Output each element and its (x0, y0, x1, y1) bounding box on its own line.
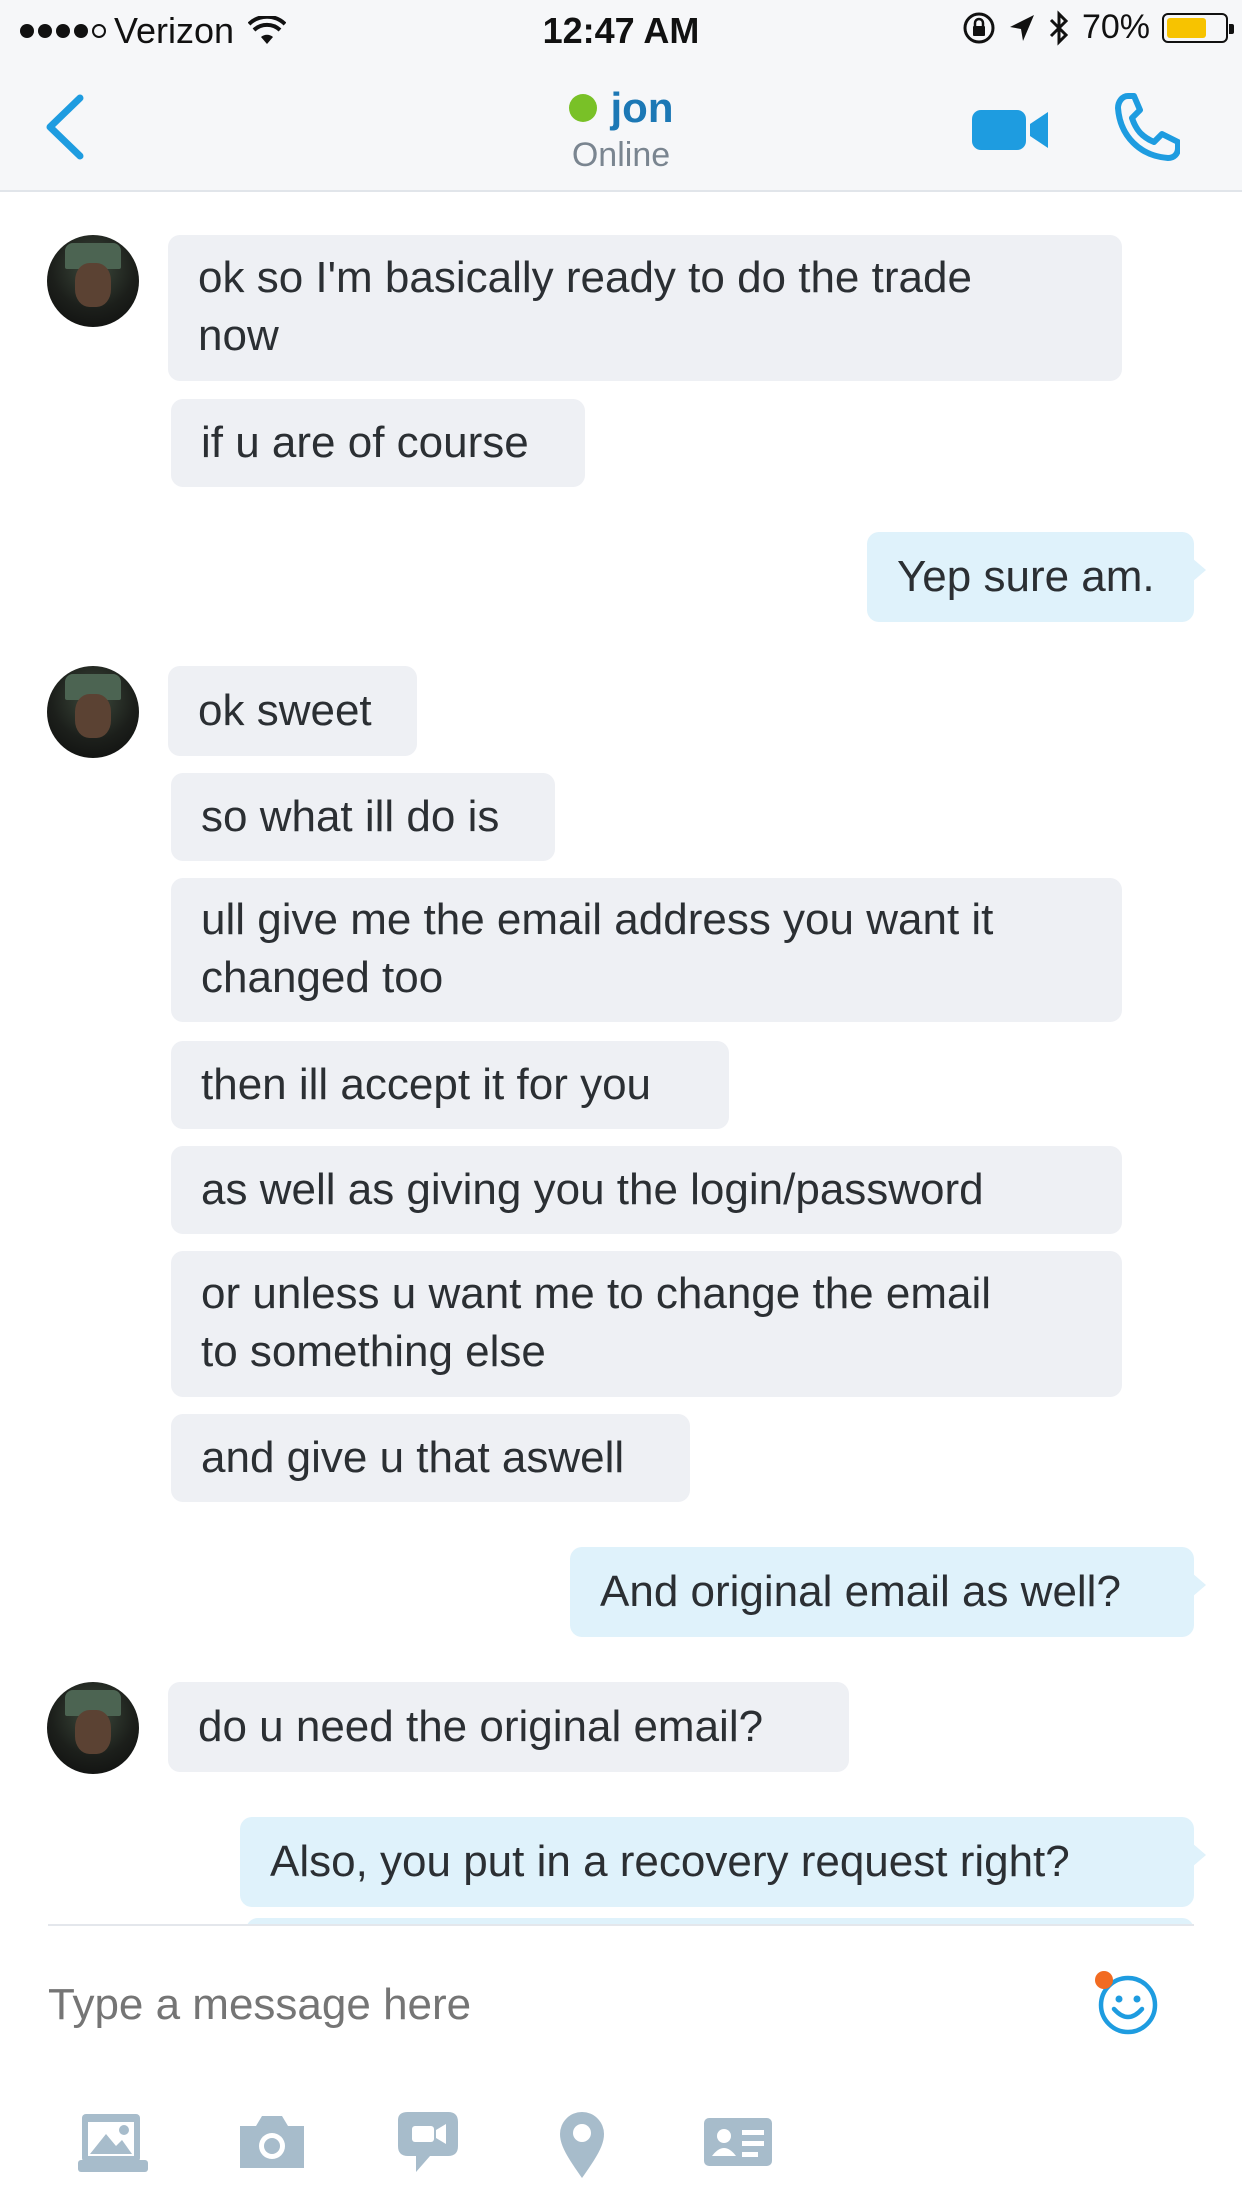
video-message-icon (398, 2112, 458, 2172)
contact-avatar[interactable] (47, 235, 139, 327)
message-text-line: if u are of course (201, 418, 529, 467)
message-text-line: as well as giving you the login/password (201, 1165, 984, 1214)
message-text-line: do u need the original email? (198, 1702, 764, 1751)
message-text-line: then ill accept it for you (201, 1060, 652, 1109)
message-bubble-outgoing[interactable]: Also, you put in a recovery request righ… (240, 1817, 1206, 1907)
message-text-line: ok sweet (198, 686, 372, 735)
message-text-line: to something else (201, 1327, 546, 1376)
message-text-line: changed too (201, 953, 444, 1002)
gallery-button[interactable] (72, 2100, 156, 2184)
message-input[interactable] (48, 1965, 1048, 2045)
video-call-button[interactable] (970, 104, 1050, 156)
message-bubble-incoming[interactable]: then ill accept it for you (171, 1041, 729, 1129)
message-text-line: And original email as well? (600, 1567, 1121, 1616)
message-text-line: now (198, 311, 279, 360)
video-camera-icon (972, 110, 1048, 150)
message-bubble-incoming[interactable]: ok so I'm basically ready to do the trad… (168, 235, 1122, 381)
message-list[interactable]: ok so I'm basically ready to do the trad… (0, 194, 1242, 1924)
video-message-button[interactable] (386, 2100, 470, 2184)
conversation-header: jon Online (0, 62, 1242, 192)
message-bubble-outgoing[interactable]: Yep sure am. (867, 532, 1206, 622)
location-arrow-icon (1009, 14, 1034, 41)
contact-avatar[interactable] (47, 1682, 139, 1774)
contact-status: Online (571, 136, 671, 174)
presence-online-dot (568, 94, 597, 122)
message-bubble-incoming[interactable]: and give u that aswell (171, 1414, 690, 1502)
photo-gallery-icon (78, 2114, 148, 2172)
contact-info[interactable]: jon Online (0, 84, 1242, 175)
location-pin-icon (560, 2112, 604, 2178)
camera-button[interactable] (230, 2100, 314, 2184)
composer-toolbar (0, 2100, 1242, 2190)
rotation-lock-icon (963, 12, 995, 43)
message-bubble-outgoing[interactable]: And original email as well? (570, 1547, 1206, 1637)
message-bubble-incoming[interactable]: ok sweet (168, 666, 417, 756)
message-text-line: ok so I'm basically ready to do the trad… (198, 253, 972, 302)
contact-card-icon (704, 2118, 772, 2166)
message-bubble-incoming[interactable]: if u are of course (171, 399, 585, 487)
smiley-icon (1095, 1971, 1158, 2035)
contact-name: jon (610, 84, 674, 131)
message-text-line: Yep sure am. (897, 552, 1155, 601)
camera-icon (240, 2116, 304, 2168)
message-bubble-incoming[interactable]: or unless u want me to change the email … (171, 1251, 1122, 1397)
battery-percent: 70% (1081, 8, 1150, 46)
contact-avatar[interactable] (47, 666, 139, 758)
status-bar: Verizon 12:47 AM 70% (0, 0, 1242, 62)
message-text-line: so what ill do is (201, 792, 500, 841)
message-text-line: Also, you put in a recovery request righ… (270, 1837, 1070, 1886)
emoji-button[interactable] (1093, 1970, 1159, 2036)
message-bubble-incoming[interactable]: ull give me the email address you want i… (171, 878, 1122, 1022)
battery-icon (1162, 12, 1234, 43)
location-button[interactable] (540, 2100, 624, 2184)
audio-call-button[interactable] (1114, 92, 1181, 162)
message-bubble-incoming[interactable]: do u need the original email? (168, 1682, 849, 1772)
bluetooth-icon (1049, 9, 1069, 46)
message-bubble-incoming[interactable]: so what ill do is (171, 773, 555, 861)
composer-divider (48, 1924, 1194, 1926)
share-contact-button[interactable] (696, 2100, 780, 2184)
message-text-line: and give u that aswell (201, 1433, 625, 1482)
message-text-line: or unless u want me to change the email (201, 1269, 992, 1318)
status-right: 70% (962, 8, 1234, 47)
message-text-line: ull give me the email address you want i… (201, 895, 994, 944)
message-bubble-incoming[interactable]: as well as giving you the login/password (171, 1146, 1122, 1234)
phone-icon (1115, 93, 1181, 161)
